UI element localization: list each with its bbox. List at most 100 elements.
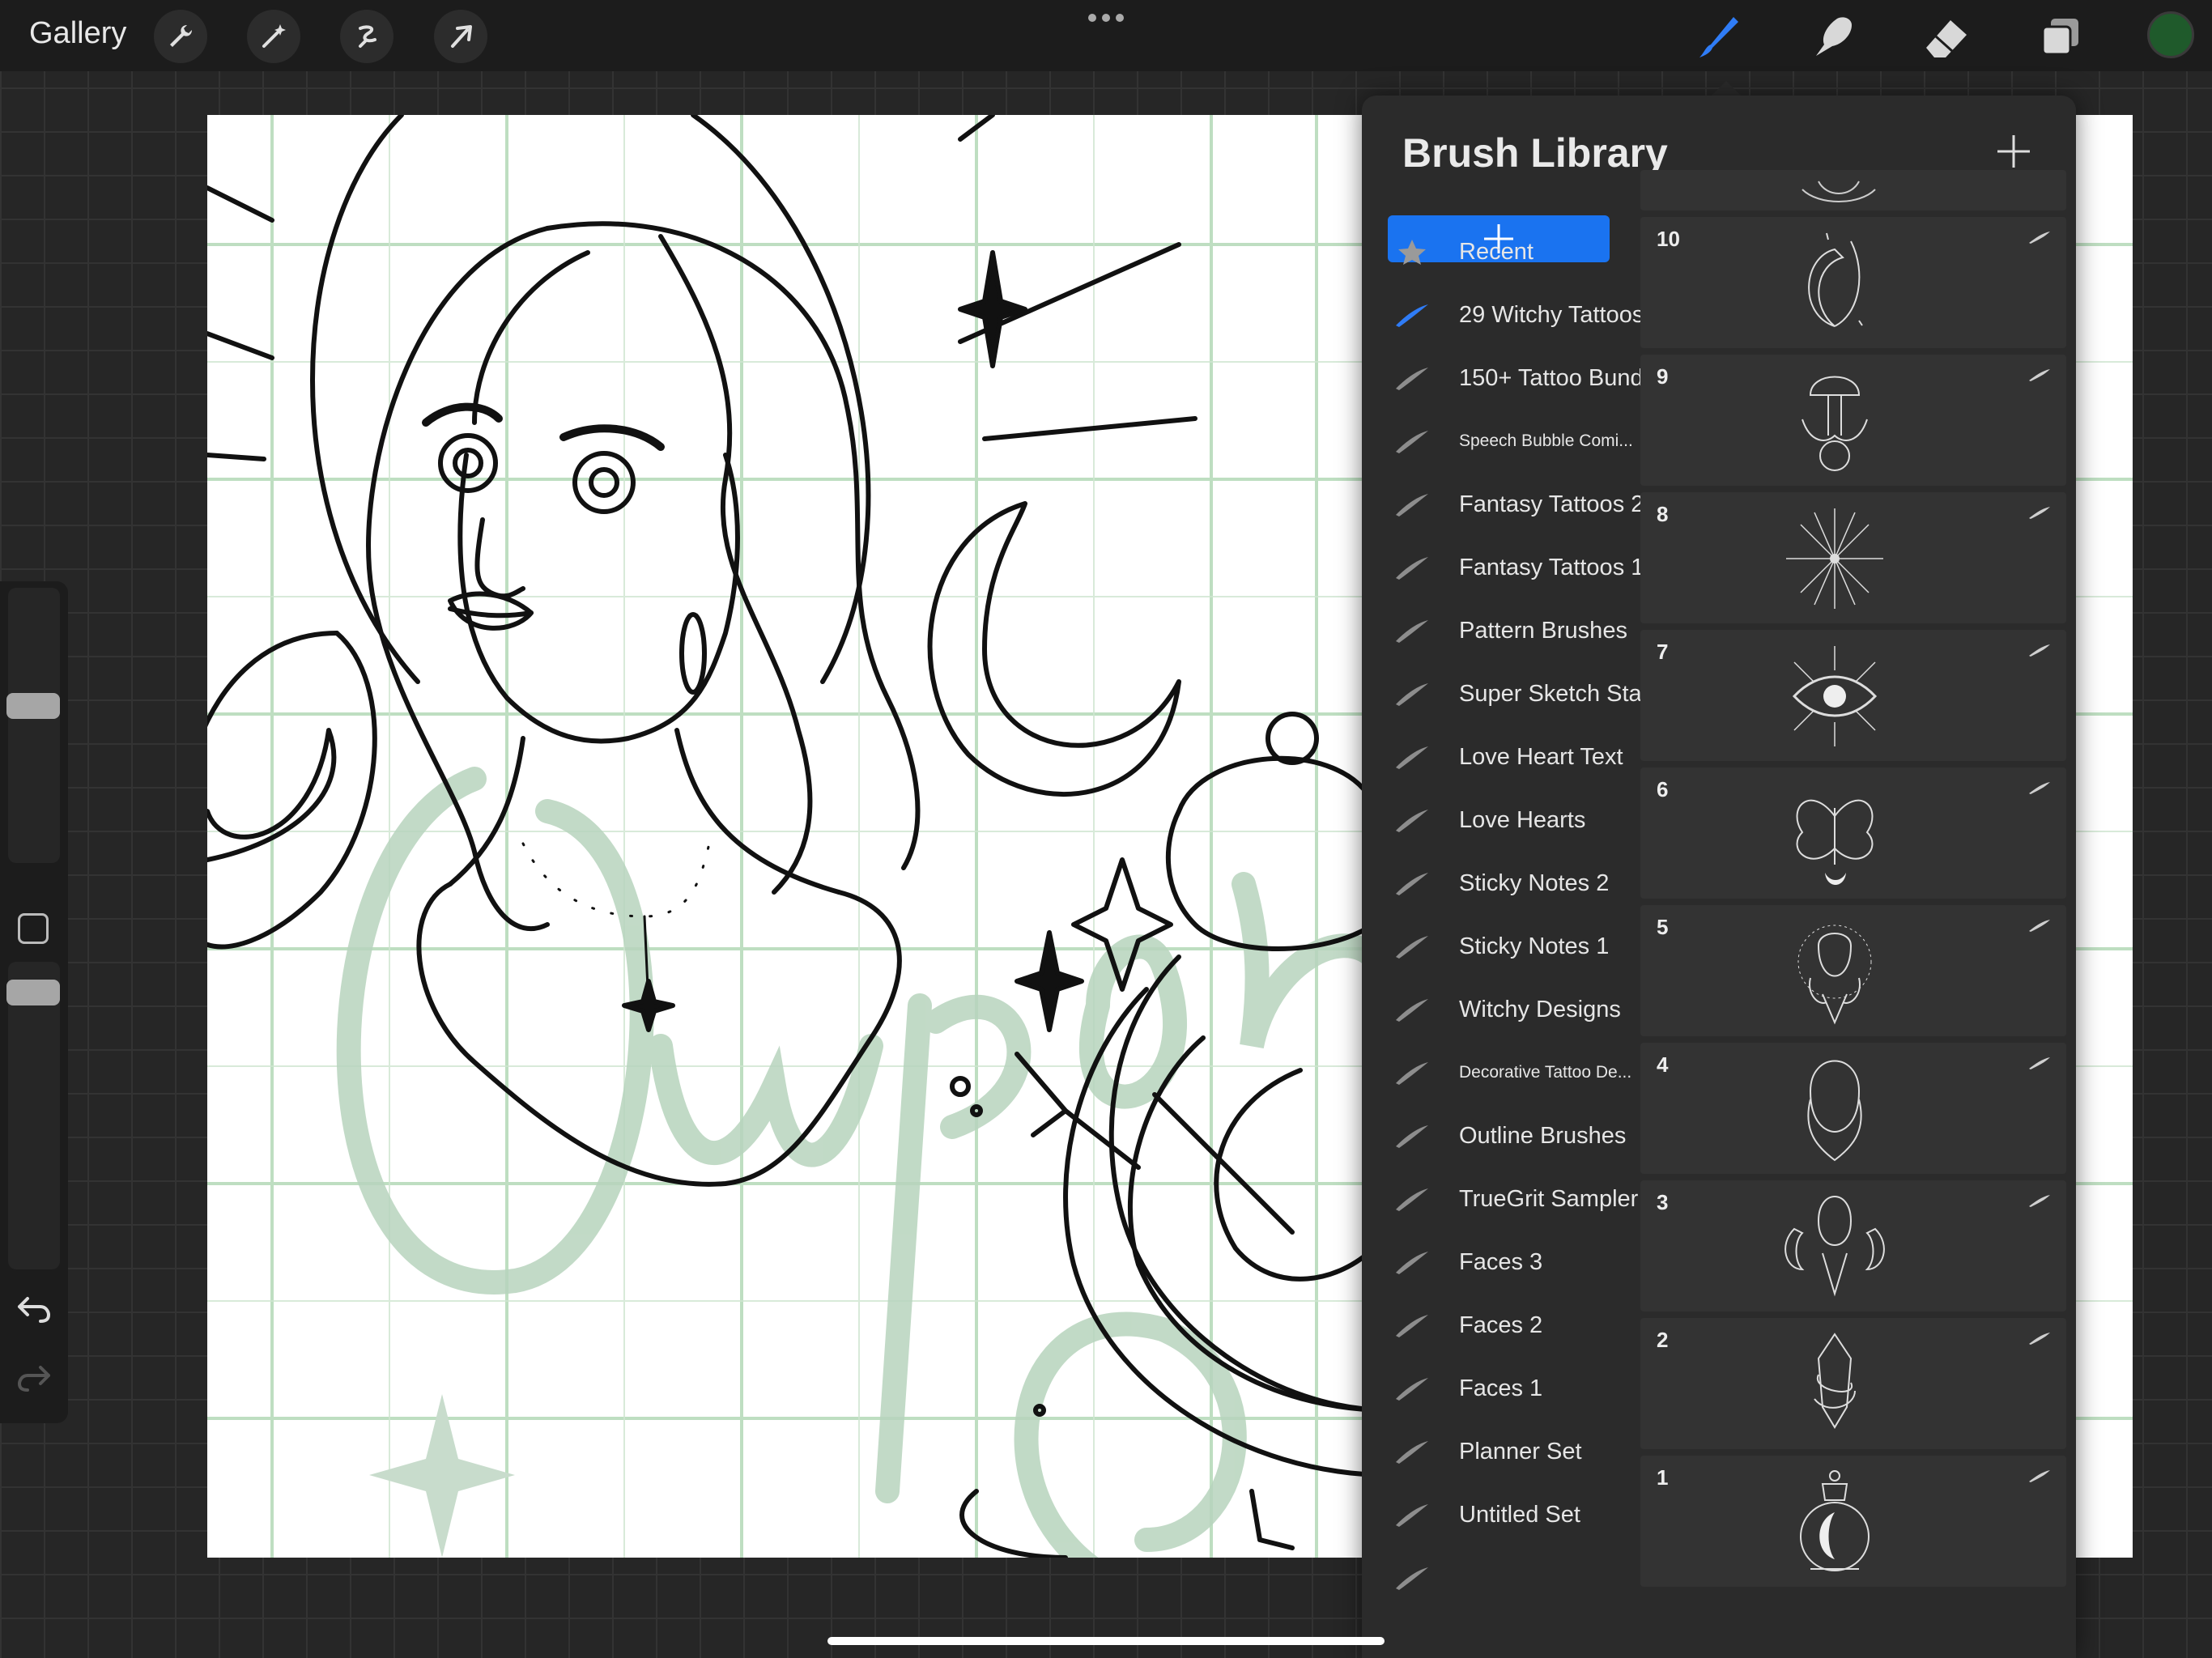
adjustments-button[interactable]: [247, 10, 300, 63]
brush-set-item[interactable]: Witchy Designs: [1362, 981, 1637, 1038]
smudge-tool-button[interactable]: [1807, 11, 1859, 63]
top-toolbar: Gallery: [0, 0, 2212, 71]
brush-set-item[interactable]: Faces 1: [1362, 1360, 1637, 1417]
brush-set-label: Planner Set: [1459, 1438, 1582, 1465]
selection-button[interactable]: [340, 10, 393, 63]
panel-pointer: [1710, 81, 1742, 97]
brush-set-label: Faces 1: [1459, 1375, 1543, 1401]
brush-size-thumb[interactable]: [6, 693, 60, 719]
brush-number: 5: [1657, 915, 1669, 939]
potion-bottle-icon: [1800, 1470, 1870, 1571]
add-brush-icon[interactable]: [1995, 133, 2032, 170]
brush-set-item[interactable]: Recent: [1362, 223, 1637, 280]
brush-set-item[interactable]: Decorative Tattoo De...: [1362, 1044, 1637, 1101]
transform-arrow-icon: [451, 25, 472, 48]
brush-item[interactable]: 3: [1640, 1180, 2066, 1312]
eraser-tool-button[interactable]: [1921, 11, 1972, 63]
brush-stroke-icon: [1396, 368, 1428, 390]
mushroom-flower-icon: [1802, 376, 1868, 471]
brush-set-item[interactable]: Outline Brushes: [1362, 1107, 1637, 1164]
brush-stroke-icon: [1396, 1441, 1428, 1464]
brush-set-label: Untitled Set: [1459, 1501, 1580, 1528]
brush-item[interactable]: 7: [1640, 630, 2066, 761]
brush-stroke-icon: [1396, 999, 1428, 1022]
brush-set-item[interactable]: 29 Witchy Tattoos: [1362, 287, 1644, 343]
undo-icon[interactable]: [16, 1294, 52, 1326]
brush-set-item[interactable]: Faces 2: [1362, 1297, 1637, 1354]
brush-set-label: Pattern Brushes: [1459, 617, 1627, 644]
transform-button[interactable]: [434, 10, 487, 63]
brush-set-label: Fantasy Tattoos 2: [1459, 491, 1644, 517]
brush-set-label: Recent: [1459, 238, 1534, 265]
brush-partial-top[interactable]: [1640, 170, 2066, 210]
brush-set-item[interactable]: Sticky Notes 1: [1362, 918, 1637, 975]
brush-tool-button[interactable]: [1692, 11, 1744, 63]
brush-set-label: Fantasy Tattoos 1: [1459, 554, 1644, 580]
brush-set-label: 29 Witchy Tattoos: [1459, 301, 1644, 328]
brush-set-label: Sticky Notes 2: [1459, 869, 1610, 896]
brush-set-item[interactable]: Super Sketch Stamp: [1362, 665, 1674, 722]
redo-icon[interactable]: [16, 1363, 52, 1395]
brush-number: 4: [1657, 1052, 1669, 1077]
brush-set-item[interactable]: Fantasy Tattoos 2: [1362, 476, 1644, 533]
brush-stroke-icon: [1396, 304, 1428, 327]
wrench-icon: [170, 25, 192, 47]
gallery-button[interactable]: Gallery: [29, 16, 126, 51]
ornament-icon: [1802, 181, 1876, 202]
brush-set-item[interactable]: 150+ Tattoo Bundle: [1362, 350, 1661, 406]
brush-set-item-partial[interactable]: [1362, 1550, 1637, 1606]
brush-stroke-preview-icon: [2029, 1195, 2050, 1207]
opacity-slider[interactable]: [6, 962, 60, 1269]
brush-number: 8: [1657, 502, 1669, 526]
brush-number: 7: [1657, 640, 1669, 664]
modify-button[interactable]: [18, 913, 49, 944]
opacity-thumb[interactable]: [6, 980, 60, 1005]
brush-stroke-icon: [1396, 557, 1428, 580]
brush-item[interactable]: 2: [1640, 1318, 2066, 1449]
witch-face-moon-icon: [1797, 925, 1872, 1025]
brush-set-item[interactable]: Planner Set: [1362, 1423, 1637, 1480]
brush-set-item[interactable]: Speech Bubble Comi...: [1362, 413, 1637, 470]
color-picker-button[interactable]: [2147, 11, 2194, 58]
brush-item[interactable]: 8: [1640, 492, 2066, 623]
brush-set-item[interactable]: Faces 3: [1362, 1234, 1637, 1290]
left-sidebar: [0, 581, 68, 1423]
brush-set-label: Outline Brushes: [1459, 1122, 1627, 1149]
brush-item[interactable]: 10: [1640, 217, 2066, 348]
actions-button[interactable]: [154, 10, 207, 63]
brush-set-label: Love Hearts: [1459, 806, 1586, 833]
more-options-icon[interactable]: [1087, 10, 1125, 26]
brush-item[interactable]: 4: [1640, 1043, 2066, 1174]
brush-set-item[interactable]: Sticky Notes 2: [1362, 855, 1637, 912]
brush-number: 1: [1657, 1465, 1669, 1490]
brush-stroke-preview-icon: [2029, 644, 2050, 657]
layers-icon: [2041, 19, 2078, 56]
brush-item[interactable]: 1: [1640, 1456, 2066, 1587]
brush-set-label: Speech Bubble Comi...: [1459, 432, 1633, 450]
brush-number: 2: [1657, 1328, 1669, 1352]
brush-stroke-preview-icon: [2029, 1057, 2050, 1069]
brush-set-label: Faces 3: [1459, 1248, 1543, 1275]
triple-moon-face-icon: [1784, 1196, 1885, 1297]
brush-stroke-icon: [1396, 810, 1428, 832]
brush-set-item[interactable]: Pattern Brushes: [1362, 602, 1637, 659]
brush-item[interactable]: 5: [1640, 905, 2066, 1036]
brush-set-label: 150+ Tattoo Bundle: [1459, 364, 1662, 391]
brush-set-item[interactable]: TrueGrit Sampler: [1362, 1171, 1639, 1227]
brush-stroke-icon: [1396, 683, 1428, 706]
brush-library-panel: Brush Library Recent 29 Witchy Tattoos 150…: [1362, 96, 2076, 1658]
brush-size-slider[interactable]: [6, 588, 60, 863]
brush-stroke-icon: [1396, 1188, 1428, 1211]
brush-set-item[interactable]: Love Heart Text: [1362, 729, 1637, 785]
brush-number: 10: [1657, 227, 1680, 251]
brush-set-item[interactable]: Untitled Set: [1362, 1486, 1637, 1543]
layers-button[interactable]: [2034, 11, 2086, 63]
brush-stroke-icon: [1396, 1315, 1428, 1337]
brush-set-item[interactable]: Love Hearts: [1362, 792, 1637, 848]
brush-item[interactable]: 6: [1640, 767, 2066, 899]
brush-item[interactable]: 9: [1640, 355, 2066, 486]
brush-set-label: TrueGrit Sampler: [1459, 1185, 1639, 1212]
brush-set-item[interactable]: Fantasy Tattoos 1: [1362, 539, 1644, 596]
crystal-hand-icon: [1814, 1333, 1856, 1429]
brush-stroke-icon: [1396, 1378, 1428, 1401]
